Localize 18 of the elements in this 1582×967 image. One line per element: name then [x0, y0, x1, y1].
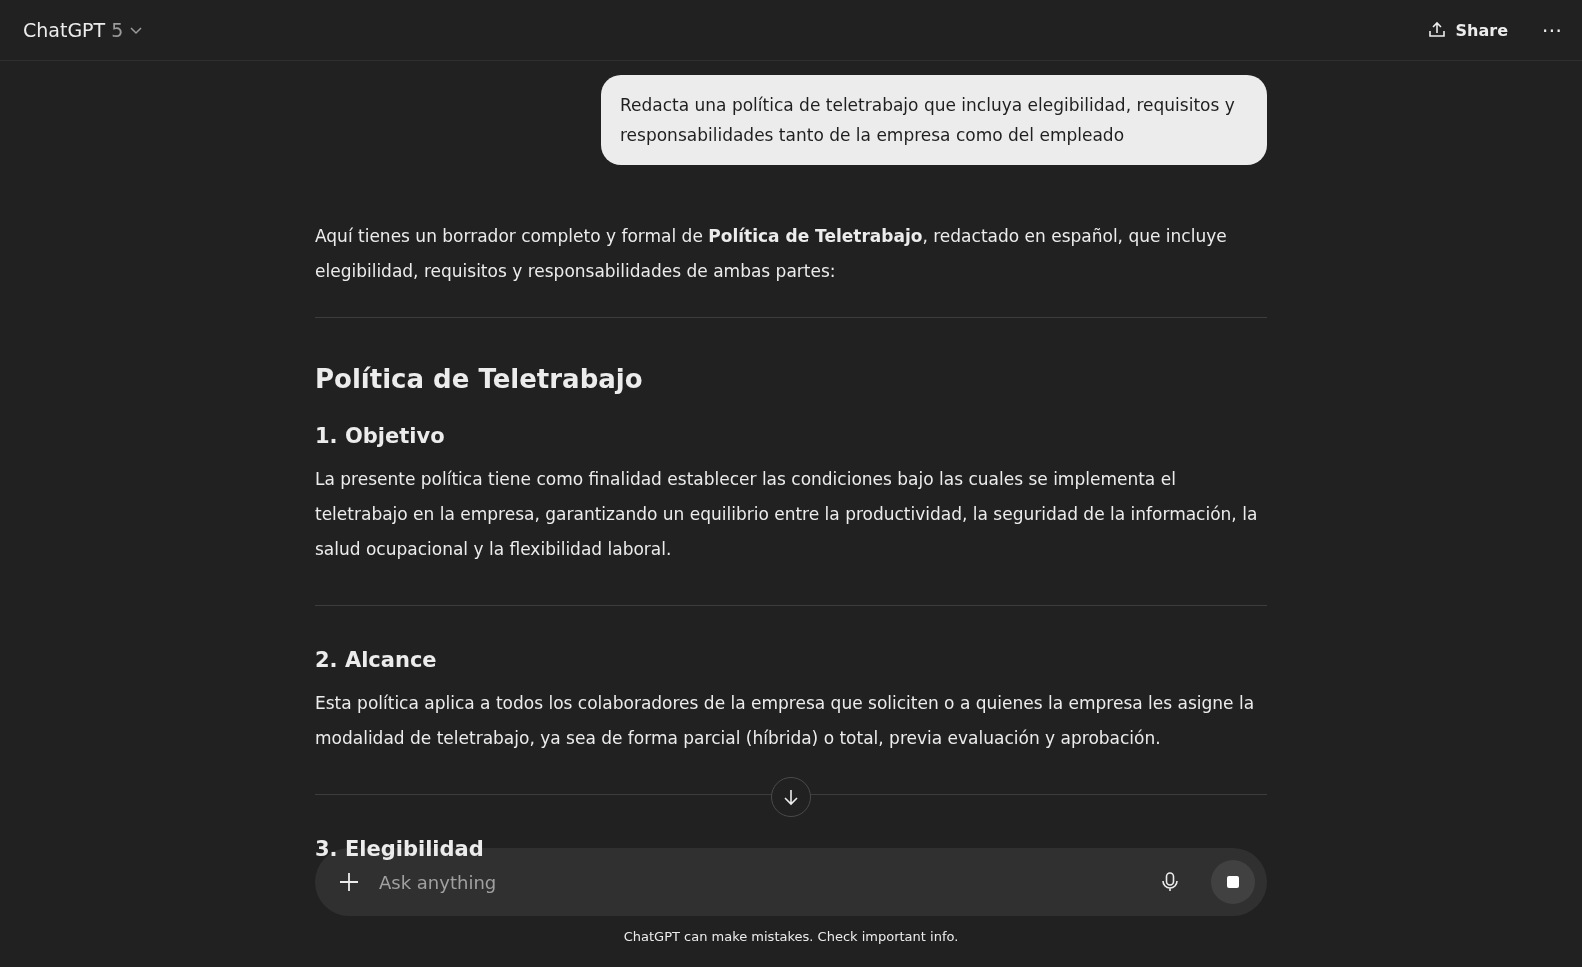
share-icon	[1426, 20, 1447, 40]
arrow-down-icon	[781, 787, 801, 807]
share-button[interactable]: Share	[1420, 19, 1514, 41]
stop-button[interactable]	[1211, 860, 1255, 904]
document-title: Política de Teletrabajo	[315, 364, 644, 394]
response-intro: Aquí tienes un borrador completo y formal de Política de Teletrabajo, redactado en español, que incluye elegibilidad, requisitos y responsabilidades de ambas partes:	[315, 225, 1228, 283]
microphone-icon[interactable]	[1159, 871, 1181, 893]
user-message: Redacta una política de teletrabajo que incluya elegibilidad, requisitos y responsabilidades tanto de la empresa como del empleado	[601, 75, 1267, 165]
message-input[interactable]: Ask anything	[377, 870, 1145, 894]
section-heading: 2. Alcance	[315, 648, 437, 672]
model-selector[interactable]: ChatGPT 5	[23, 19, 144, 41]
more-options-button[interactable]: ⋯	[1542, 18, 1562, 42]
stop-icon	[1225, 874, 1241, 890]
scroll-down-button[interactable]	[771, 777, 811, 817]
section-heading: 1. Objetivo	[315, 424, 445, 448]
section-paragraph: Esta política aplica a todos los colaboradores de la empresa que soliciten o a quienes la empresa les asigne la modalidad de teletrabajo, ya sea de forma parcial (híbrida) o total, previa evaluación y aprobación.	[315, 692, 1256, 750]
section-paragraph: La presente política tiene como finalidad establecer las condiciones bajo las cuales se implementa el teletrabajo en la empresa, garantizando un equilibrio entre la productividad, la seguridad de la información, la salud ocupacional y la flexibilidad laboral.	[315, 468, 1259, 561]
disclaimer: ChatGPT can make mistakes. Check important info.	[622, 929, 960, 944]
